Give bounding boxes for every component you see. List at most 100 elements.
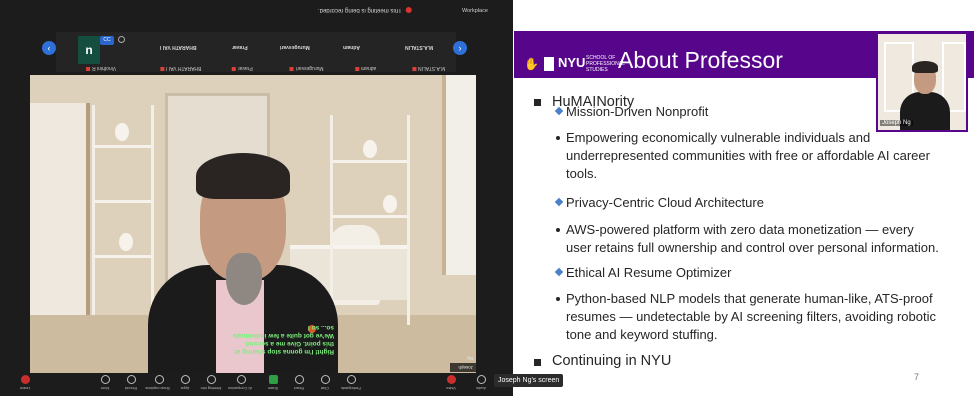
- captions-button[interactable]: Show captions: [145, 375, 170, 390]
- background-shelf: [92, 105, 154, 315]
- mic-muted-icon: [86, 67, 90, 71]
- recording-text: This meeting is being recorded.: [318, 7, 402, 13]
- chat-button[interactable]: Chat: [314, 375, 336, 390]
- dot-bullet-icon: [556, 228, 560, 232]
- speaker-video[interactable]: Right! I'm gonna stop sharing at this po…: [30, 75, 476, 373]
- info-icon: [206, 375, 216, 384]
- leave-icon: [20, 375, 30, 384]
- recording-indicator: This meeting is being recorded.: [318, 3, 412, 17]
- participant-name[interactable]: Vinothini R: [86, 65, 116, 71]
- speaker-beard: [226, 253, 262, 305]
- shelf-board: [95, 200, 151, 203]
- gallery-next-button[interactable]: ›: [453, 41, 467, 55]
- dot-bullet-icon: [556, 297, 560, 301]
- screen: This meeting is being recorded. Workplac…: [0, 0, 974, 396]
- meeting-window: This meeting is being recorded. Workplac…: [0, 0, 513, 396]
- participant-name[interactable]: BHARATH VAI I: [160, 65, 201, 71]
- audio-button[interactable]: Audio: [470, 375, 492, 390]
- heart-icon: [294, 375, 304, 384]
- speaker-hair: [196, 153, 290, 199]
- people-icon: [346, 375, 356, 384]
- participant-label: Pravar: [238, 65, 253, 71]
- slide-text: resumes — undetectable by AI screening f…: [566, 309, 936, 324]
- record-button[interactable]: Record: [120, 375, 142, 390]
- square-bullet-icon: [534, 359, 541, 366]
- apps-icon: [180, 375, 190, 384]
- slide-text: AWS-powered platform with zero data mone…: [566, 222, 914, 237]
- shelf-board: [333, 215, 407, 218]
- video-name-label: Joseph Ng: [450, 356, 476, 372]
- hand-raise-icon: ✋: [524, 57, 539, 71]
- participant-label: Murugesvari: [296, 65, 324, 71]
- self-video-tile[interactable]: n: [78, 36, 100, 64]
- participant-name[interactable]: BHARATH VAI I: [160, 44, 196, 50]
- screen-share-label: Joseph Ng's screen: [494, 374, 564, 387]
- record-icon: [126, 375, 136, 384]
- more-button[interactable]: More: [94, 375, 116, 390]
- participant-label: Vinothini R: [92, 65, 117, 71]
- slide-text: tone and keyword stuffing.: [566, 327, 718, 342]
- mic-muted-icon: [232, 67, 236, 71]
- decor-vase: [115, 123, 129, 141]
- background-window: [442, 75, 476, 275]
- participant-name[interactable]: Murugesvari: [280, 44, 310, 50]
- shelf-board: [333, 160, 407, 163]
- participants-button[interactable]: Participants: [340, 375, 362, 390]
- square-bullet-icon: [534, 99, 541, 106]
- ai-companion-button[interactable]: AI Companion: [228, 375, 252, 390]
- leave-button[interactable]: Leave: [14, 375, 36, 390]
- apps-button[interactable]: Apps: [174, 375, 196, 390]
- video-button[interactable]: Video: [440, 375, 462, 390]
- slide-heading: Continuing in NYU: [552, 353, 672, 369]
- captions-icon: [154, 375, 164, 384]
- record-dot-icon: [405, 7, 412, 13]
- mic-icon: [476, 375, 486, 384]
- participant-name[interactable]: M.A.STALIN: [412, 65, 445, 71]
- share-icon: [268, 375, 278, 384]
- nyu-torch-logo: [544, 57, 554, 71]
- meeting-info-button[interactable]: Meeting info: [200, 375, 222, 390]
- diamond-bullet-icon: [554, 197, 564, 207]
- slide-text: underrepresented communities with free o…: [566, 148, 930, 163]
- share-button[interactable]: Share: [262, 375, 284, 390]
- participant-name[interactable]: Adnam: [343, 44, 360, 50]
- sparkle-icon: [236, 375, 246, 384]
- shelf-board: [95, 255, 151, 258]
- gallery-prev-button[interactable]: ‹: [42, 41, 56, 55]
- decor-vase: [119, 233, 133, 251]
- speaker-body: [900, 92, 950, 130]
- slide-text: user retains full ownership and control …: [566, 240, 939, 255]
- corner-title: Workplace: [462, 8, 488, 14]
- meeting-topbar: [0, 0, 513, 26]
- participant-name[interactable]: Murugesvari: [290, 65, 324, 71]
- decor-vase: [383, 195, 397, 213]
- gear-icon[interactable]: [118, 36, 125, 43]
- participant-name[interactable]: Pravar: [232, 65, 253, 71]
- nyu-logo-word: NYU: [558, 55, 586, 70]
- slide-text: tools.: [566, 166, 598, 181]
- more-icon: [100, 375, 110, 384]
- decor-vase: [363, 140, 377, 158]
- participant-label: M.A.STALIN: [418, 65, 446, 71]
- slide-subheading: Mission-Driven Nonprofit: [566, 104, 709, 119]
- slide-subheading: Ethical AI Resume Optimizer: [566, 265, 732, 280]
- meeting-controls: Leave More Record Show captions Apps Mee…: [0, 373, 513, 396]
- participant-name[interactable]: adnam: [355, 65, 376, 71]
- background-window: [30, 103, 90, 318]
- chat-icon: [320, 375, 330, 384]
- participant-name[interactable]: M.A.STALIN: [405, 44, 433, 50]
- cc-badge[interactable]: CC: [100, 36, 114, 45]
- participant-name[interactable]: Pravar: [232, 44, 248, 50]
- diamond-bullet-icon: [554, 267, 564, 277]
- speaker-hair: [912, 61, 938, 73]
- slide-text: Empowering economically vulnerable indiv…: [566, 130, 871, 145]
- slide-page-number: 7: [914, 372, 920, 382]
- participant-label: adnam: [361, 65, 377, 71]
- background-shelf: [330, 115, 410, 325]
- slide-subheading: Privacy-Centric Cloud Architecture: [566, 195, 764, 210]
- participant-label: BHARATH VAI I: [166, 65, 202, 71]
- pip-name-label: Joseph Ng: [880, 120, 913, 126]
- react-button[interactable]: React: [288, 375, 310, 390]
- slide-speaker-video[interactable]: Joseph Ng: [876, 32, 968, 132]
- dot-bullet-icon: [556, 136, 560, 140]
